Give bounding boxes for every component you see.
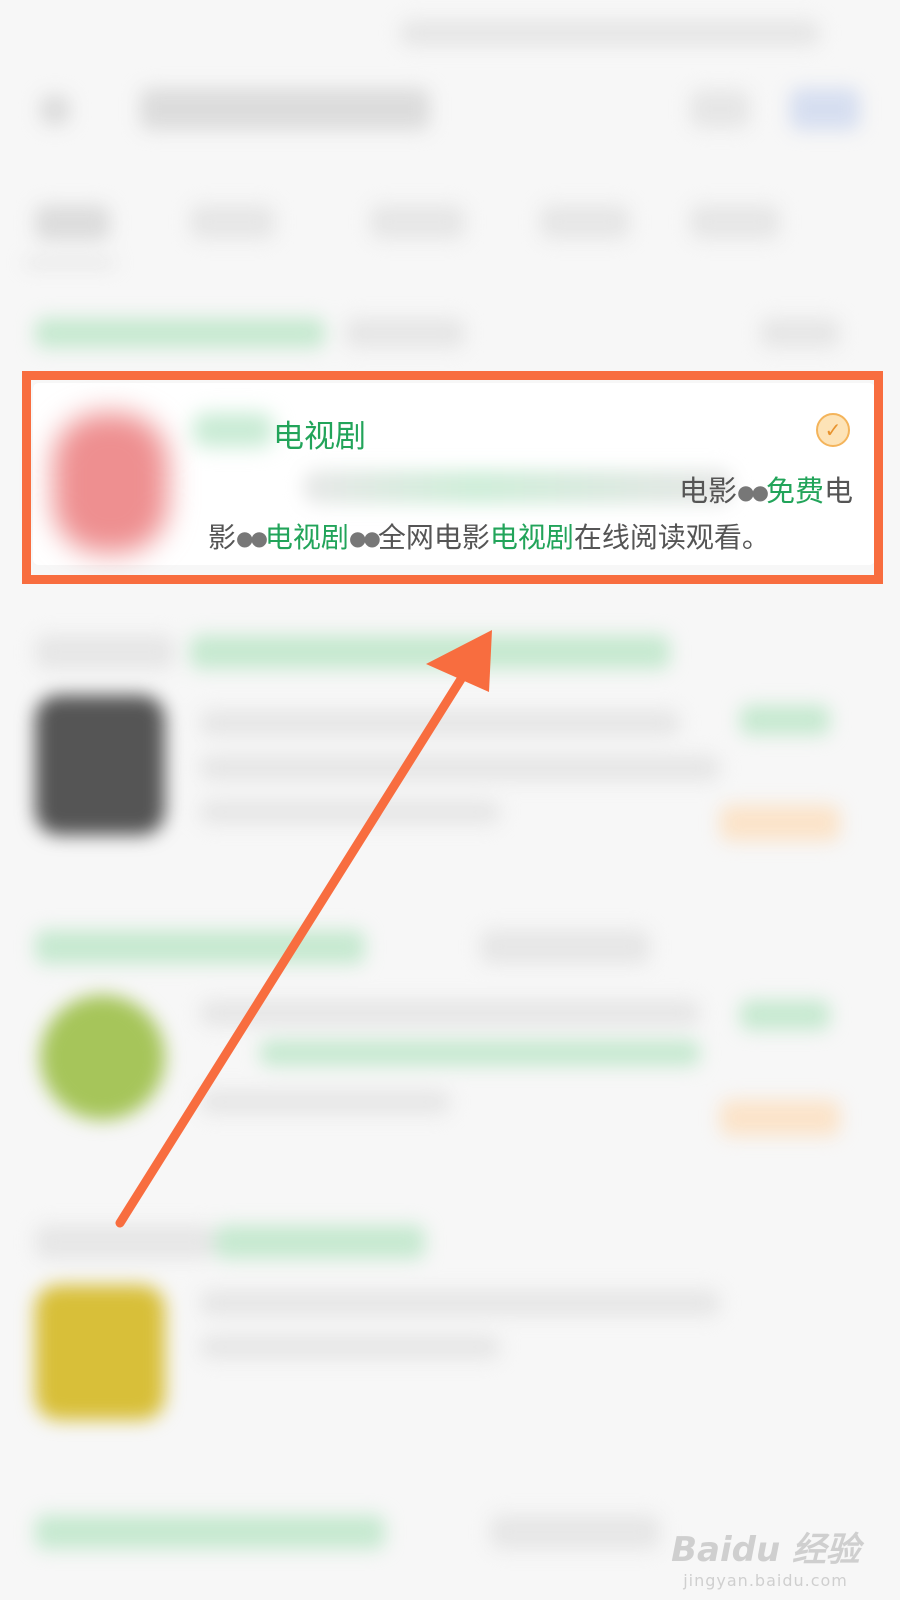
baidu-jingyan-watermark: Baidu 经验 jingyan.baidu.com xyxy=(671,1522,860,1590)
annotation-arrow xyxy=(115,630,492,1228)
watermark-logo: Baidu 经验 xyxy=(671,1530,860,1570)
watermark-url: jingyan.baidu.com xyxy=(683,1571,848,1590)
